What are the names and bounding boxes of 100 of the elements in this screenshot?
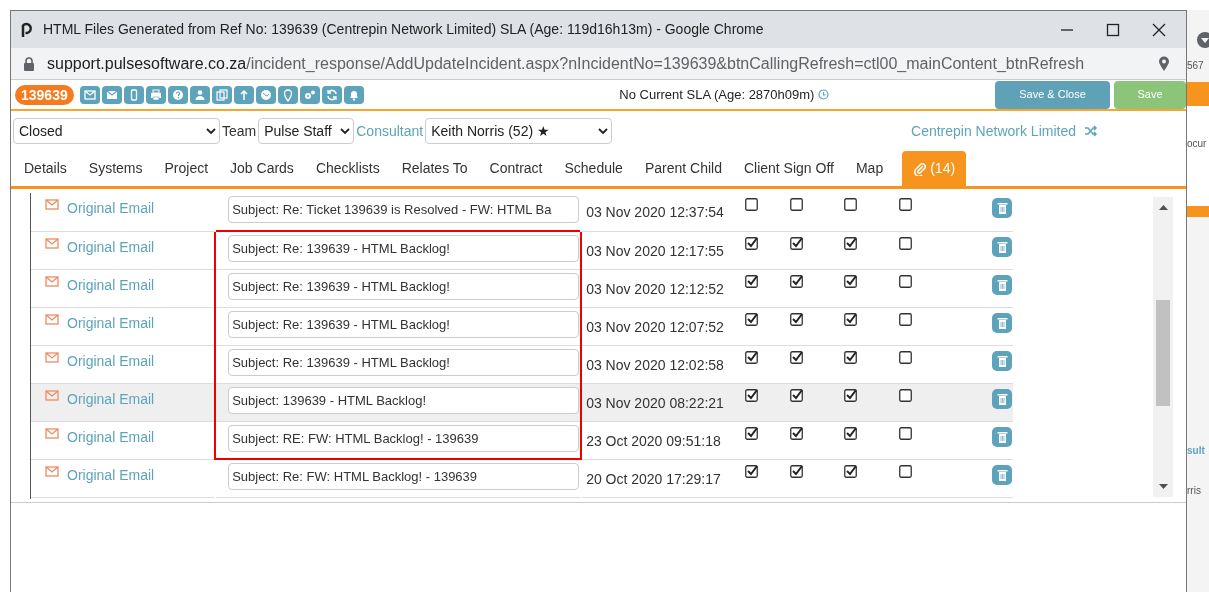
subject-field[interactable]: Subject: RE: FW: HTML Backlog! - 139639 — [228, 424, 580, 452]
date-text: 03 Nov 2020 12:37:54 — [586, 204, 724, 220]
delete-button[interactable] — [992, 198, 1012, 218]
checkbox[interactable] — [789, 236, 803, 250]
checkbox[interactable] — [745, 198, 759, 211]
checkbox[interactable] — [844, 388, 858, 402]
checkbox[interactable] — [844, 464, 858, 478]
checkbox[interactable] — [898, 274, 912, 288]
trash-icon — [996, 315, 1008, 330]
tab[interactable]: Project — [153, 151, 220, 186]
envelope-icon — [82, 87, 97, 102]
delete-button[interactable] — [992, 350, 1012, 371]
checkbox[interactable] — [844, 312, 858, 326]
envelope-button[interactable] — [79, 85, 100, 104]
trash-icon — [996, 277, 1008, 292]
checkbox[interactable] — [745, 274, 759, 288]
checkbox[interactable] — [789, 198, 803, 211]
checkbox[interactable] — [789, 464, 803, 478]
upload-button[interactable] — [233, 85, 254, 104]
envelope-icon — [45, 312, 59, 326]
checkbox[interactable] — [789, 274, 803, 288]
checkbox[interactable] — [745, 350, 759, 364]
checkbox[interactable] — [898, 312, 912, 326]
refresh-button[interactable] — [321, 85, 342, 104]
printer-button[interactable] — [145, 85, 166, 104]
location-pin-button[interactable] — [277, 85, 298, 104]
delete-button[interactable] — [992, 236, 1012, 257]
checkbox[interactable] — [898, 350, 912, 364]
checkbox[interactable] — [844, 198, 858, 211]
subject-field[interactable]: Subject: Re: Ticket 139639 is Resolved - FW: HTML Ba — [228, 196, 580, 223]
subject-field[interactable]: Subject: Re: 139639 - HTML Backlog! — [228, 272, 580, 300]
checkbox[interactable] — [745, 388, 759, 402]
scrollbar[interactable] — [1153, 197, 1173, 497]
tab[interactable]: Job Cards — [219, 151, 305, 186]
window-title: HTML Files Generated from Ref No: 139639 (Centrepin Network Limited) SLA (Age: 119d16h13m) - Google Chrome — [43, 20, 765, 39]
team-label: Team — [222, 121, 257, 141]
globe-button[interactable] — [255, 85, 276, 104]
help-button[interactable] — [167, 85, 188, 104]
tab[interactable]: Relates To — [390, 151, 479, 186]
trash-icon — [996, 467, 1008, 482]
checkbox[interactable] — [745, 426, 759, 440]
team-select[interactable]: Pulse Staff — [258, 118, 355, 144]
checkbox[interactable] — [898, 198, 912, 211]
tab[interactable]: Checklists — [304, 151, 391, 186]
envelope-icon — [45, 388, 59, 402]
checkbox[interactable] — [745, 312, 759, 326]
background-text: rris — [1187, 484, 1201, 498]
subject-field[interactable]: Subject: Re: 139639 - HTML Backlog! — [228, 235, 580, 262]
checkbox[interactable] — [898, 464, 912, 478]
consultant-select[interactable]: Keith Norris (52) ★ — [425, 118, 613, 144]
checkbox[interactable] — [745, 464, 759, 478]
envelope-icon — [45, 464, 59, 478]
subject-field[interactable]: Subject: Re: FW: HTML Backlog! - 139639 — [228, 463, 580, 490]
tab[interactable]: Map — [844, 151, 895, 186]
checkbox[interactable] — [789, 350, 803, 364]
date-text: 03 Nov 2020 12:17:55 — [586, 242, 724, 259]
checkbox[interactable] — [844, 350, 858, 364]
checkbox[interactable] — [789, 312, 803, 326]
checkbox[interactable] — [789, 426, 803, 440]
envelope-button[interactable] — [101, 85, 122, 104]
status-select[interactable]: Closed — [13, 118, 220, 144]
tab[interactable]: Details — [13, 151, 78, 186]
tab[interactable]: Parent Child — [633, 151, 733, 186]
delete-button[interactable] — [992, 464, 1012, 485]
delete-button[interactable] — [992, 274, 1012, 295]
tab[interactable]: Schedule — [553, 151, 634, 186]
delete-button[interactable] — [992, 426, 1012, 447]
trash-icon — [996, 353, 1008, 368]
delete-button[interactable] — [992, 312, 1012, 333]
trash-icon — [996, 429, 1008, 444]
checkbox[interactable] — [898, 426, 912, 440]
reference-badge: 139639 — [15, 84, 74, 105]
location-pin-icon — [1158, 55, 1170, 72]
copy-button[interactable] — [211, 85, 232, 104]
subject-field[interactable]: Subject: 139639 - HTML Backlog! — [228, 386, 580, 414]
tab[interactable]: Client Sign Off — [732, 151, 845, 186]
phone-button[interactable] — [123, 85, 144, 104]
gears-button[interactable] — [299, 85, 320, 104]
checkbox[interactable] — [745, 236, 759, 250]
person-button[interactable] — [189, 85, 210, 104]
dropdown-icon[interactable] — [1197, 32, 1209, 48]
checkbox[interactable] — [789, 388, 803, 402]
bell-button[interactable] — [343, 85, 364, 104]
checkbox[interactable] — [844, 274, 858, 288]
checkbox[interactable] — [844, 236, 858, 250]
checkbox[interactable] — [844, 426, 858, 440]
checkbox[interactable] — [898, 388, 912, 402]
caret-icon — [598, 127, 609, 135]
envelope-icon — [45, 236, 59, 250]
delete-button[interactable] — [992, 388, 1012, 409]
maximize-icon — [1106, 22, 1120, 37]
paperclip-icon — [913, 161, 928, 176]
subject-field[interactable]: Subject: Re: 139639 - HTML Backlog! — [228, 348, 580, 376]
background-text: 567 — [1187, 59, 1204, 73]
envelope-icon — [45, 426, 59, 440]
tab[interactable]: Contract — [478, 151, 554, 186]
tab[interactable]: Systems — [77, 151, 154, 186]
subject-field[interactable]: Subject: Re: 139639 - HTML Backlog! — [228, 310, 580, 338]
scroll-thumb[interactable] — [1156, 300, 1170, 406]
checkbox[interactable] — [898, 236, 912, 250]
